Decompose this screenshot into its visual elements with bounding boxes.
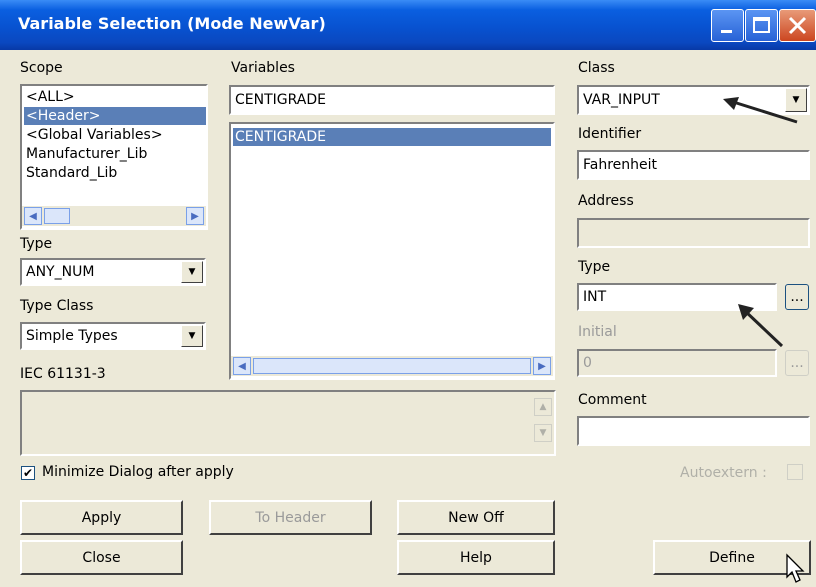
close-icon [788, 16, 807, 35]
chevron-down-icon[interactable]: ▼ [181, 325, 203, 347]
autoextern-label: Autoextern : [680, 465, 767, 481]
type-filter-dropdown[interactable]: ANY_NUM ▼ [20, 258, 206, 286]
var-type-label: Type [578, 259, 611, 275]
type-class-label: Type Class [20, 298, 94, 314]
iec-label: IEC 61131-3 [20, 366, 106, 382]
scope-item-selected[interactable]: <Header> [24, 107, 206, 125]
annotation-arrow-icon [738, 304, 784, 348]
type-class-value: Simple Types [26, 328, 118, 344]
to-header-button[interactable]: To Header [209, 500, 372, 535]
maximize-button[interactable] [745, 9, 778, 42]
scroll-thumb[interactable] [44, 208, 70, 224]
scope-item[interactable]: Manufacturer_Lib [24, 145, 206, 163]
minimize-button[interactable] [711, 9, 744, 42]
scroll-thumb[interactable] [253, 358, 531, 374]
mouse-cursor-icon [786, 553, 805, 583]
apply-button[interactable]: Apply [20, 500, 183, 535]
scope-list[interactable]: <ALL> <Header> <Global Variables> Manufa… [20, 84, 208, 230]
address-input[interactable] [577, 218, 810, 248]
scope-label: Scope [20, 60, 63, 76]
autoextern-checkbox[interactable] [787, 464, 803, 480]
window-title: Variable Selection (Mode NewVar) [18, 14, 326, 33]
chevron-down-icon[interactable]: ▼ [181, 261, 203, 283]
initial-input[interactable]: 0 [577, 349, 777, 377]
type-class-dropdown[interactable]: Simple Types ▼ [20, 322, 206, 350]
minimize-icon [721, 30, 732, 33]
variables-label: Variables [231, 60, 295, 76]
scroll-right-icon[interactable]: ▶ [186, 207, 204, 225]
scroll-right-icon[interactable]: ▶ [533, 357, 551, 375]
checkmark-icon: ✔ [22, 466, 34, 480]
scope-horizontal-scrollbar[interactable]: ◀ ▶ [22, 206, 206, 226]
class-label: Class [578, 60, 615, 76]
title-bar[interactable]: Variable Selection (Mode NewVar) [0, 0, 816, 50]
variables-filter-input[interactable]: CENTIGRADE [229, 85, 555, 115]
variable-item-selected[interactable]: CENTIGRADE [233, 128, 551, 146]
comment-label: Comment [578, 392, 647, 408]
scroll-down-icon[interactable]: ▼ [534, 424, 552, 442]
scroll-left-icon[interactable]: ◀ [233, 357, 251, 375]
type-filter-label: Type [20, 236, 53, 252]
close-button[interactable]: Close [20, 540, 183, 575]
variables-list[interactable]: CENTIGRADE ◀ ▶ [229, 122, 555, 380]
annotation-arrow-icon [723, 97, 798, 124]
identifier-label: Identifier [578, 126, 642, 142]
maximize-icon [753, 17, 770, 33]
variables-horizontal-scrollbar[interactable]: ◀ ▶ [231, 356, 553, 376]
scroll-left-icon[interactable]: ◀ [24, 207, 42, 225]
type-filter-value: ANY_NUM [26, 264, 95, 280]
close-window-button[interactable] [779, 9, 816, 42]
class-value: VAR_INPUT [583, 92, 660, 108]
help-button[interactable]: Help [397, 540, 555, 575]
initial-browse-button[interactable]: ... [785, 350, 809, 376]
scope-item[interactable]: <Global Variables> [24, 126, 206, 144]
scope-item[interactable]: Standard_Lib [24, 164, 206, 182]
initial-label: Initial [578, 324, 617, 340]
identifier-input[interactable]: Fahrenheit [577, 150, 810, 180]
comment-input[interactable] [577, 416, 810, 446]
minimize-label: Minimize Dialog after apply [42, 464, 234, 480]
minimize-checkbox[interactable]: ✔ [21, 466, 35, 480]
scroll-up-icon[interactable]: ▲ [534, 398, 552, 416]
description-box: ▲ ▼ [20, 390, 556, 456]
scope-item[interactable]: <ALL> [24, 88, 206, 106]
new-off-button[interactable]: New Off [397, 500, 555, 535]
address-label: Address [578, 193, 634, 209]
